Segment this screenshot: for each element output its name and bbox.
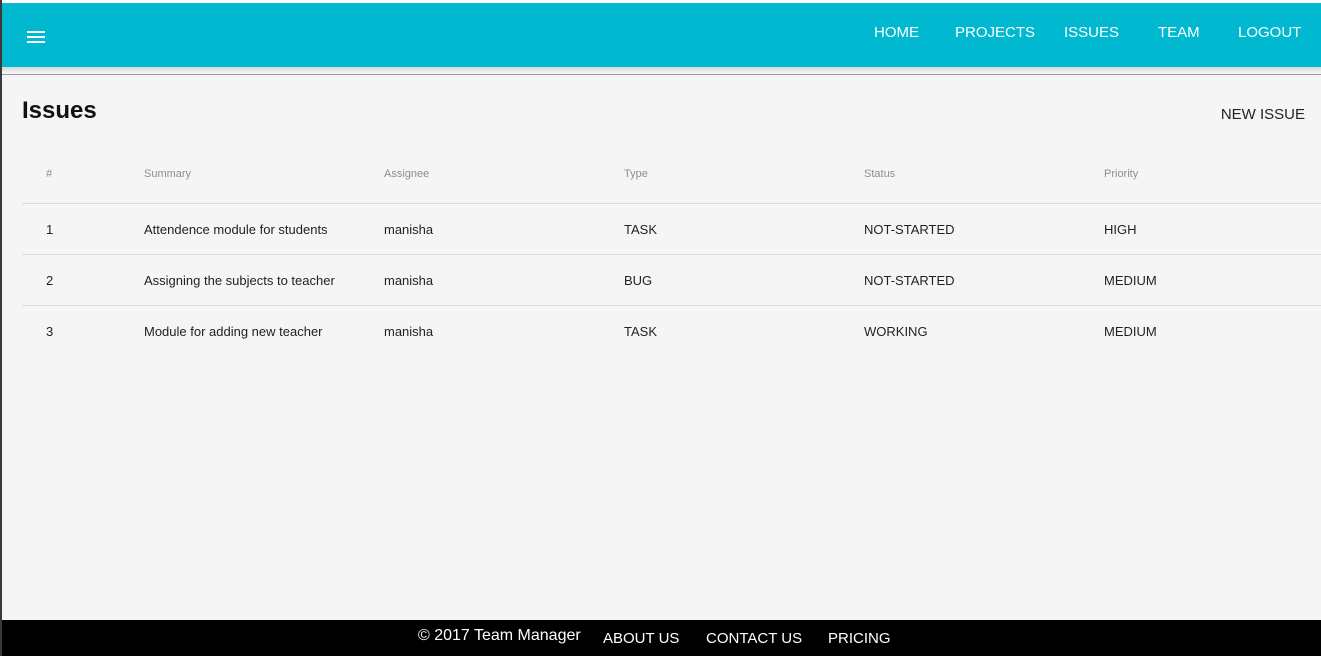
issue-status: WORKING bbox=[864, 324, 928, 339]
issue-assignee: manisha bbox=[384, 273, 434, 288]
column-header-status: Status bbox=[864, 168, 896, 180]
issue-priority: HIGH bbox=[1104, 222, 1137, 237]
nav-logout[interactable]: LOGOUT bbox=[1238, 6, 1301, 60]
header-shadow bbox=[2, 67, 1321, 73]
column-header-assignee: Assignee bbox=[384, 168, 430, 180]
table-row[interactable]: 1 Attendence module for students manisha… bbox=[22, 203, 1321, 255]
issue-number: 3 bbox=[46, 324, 54, 339]
header-divider bbox=[2, 74, 1321, 75]
issue-summary: Module for adding new teacher bbox=[144, 324, 323, 339]
column-header-number: # bbox=[46, 168, 53, 180]
table-row[interactable]: 3 Module for adding new teacher manisha … bbox=[22, 305, 1321, 357]
hamburger-menu-icon[interactable] bbox=[22, 23, 50, 51]
issue-assignee: manisha bbox=[384, 324, 434, 339]
issue-type: TASK bbox=[624, 222, 657, 237]
issue-priority: MEDIUM bbox=[1104, 273, 1157, 288]
issue-number: 1 bbox=[46, 222, 54, 237]
copyright-text: © 2017 Team Manager bbox=[418, 627, 581, 644]
issue-status: NOT-STARTED bbox=[864, 273, 955, 288]
issue-type: TASK bbox=[624, 324, 657, 339]
footer-link-about-us[interactable]: ABOUT US bbox=[603, 630, 679, 647]
app-header: HOME PROJECTS ISSUES TEAM LOGOUT bbox=[2, 3, 1321, 67]
nav-projects[interactable]: PROJECTS bbox=[955, 6, 1035, 60]
table-row[interactable]: 2 Assigning the subjects to teacher mani… bbox=[22, 254, 1321, 306]
column-header-summary: Summary bbox=[144, 168, 192, 180]
window-left-edge bbox=[0, 0, 2, 656]
issue-status: NOT-STARTED bbox=[864, 222, 955, 237]
nav-issues[interactable]: ISSUES bbox=[1064, 6, 1119, 60]
issue-assignee: manisha bbox=[384, 222, 434, 237]
issue-priority: MEDIUM bbox=[1104, 324, 1157, 339]
nav-home[interactable]: HOME bbox=[874, 6, 919, 60]
issue-summary: Attendence module for students bbox=[144, 222, 328, 237]
issue-number: 2 bbox=[46, 273, 54, 288]
footer-link-pricing[interactable]: PRICING bbox=[828, 630, 891, 647]
issue-type: BUG bbox=[624, 273, 653, 288]
new-issue-button[interactable]: NEW ISSUE bbox=[1221, 106, 1305, 123]
page-title: Issues bbox=[22, 97, 97, 124]
issue-summary: Assigning the subjects to teacher bbox=[144, 273, 335, 288]
nav-team[interactable]: TEAM bbox=[1158, 6, 1200, 60]
column-header-type: Type bbox=[624, 168, 648, 180]
column-header-priority: Priority bbox=[1104, 168, 1139, 180]
footer-link-contact-us[interactable]: CONTACT US bbox=[706, 630, 802, 647]
